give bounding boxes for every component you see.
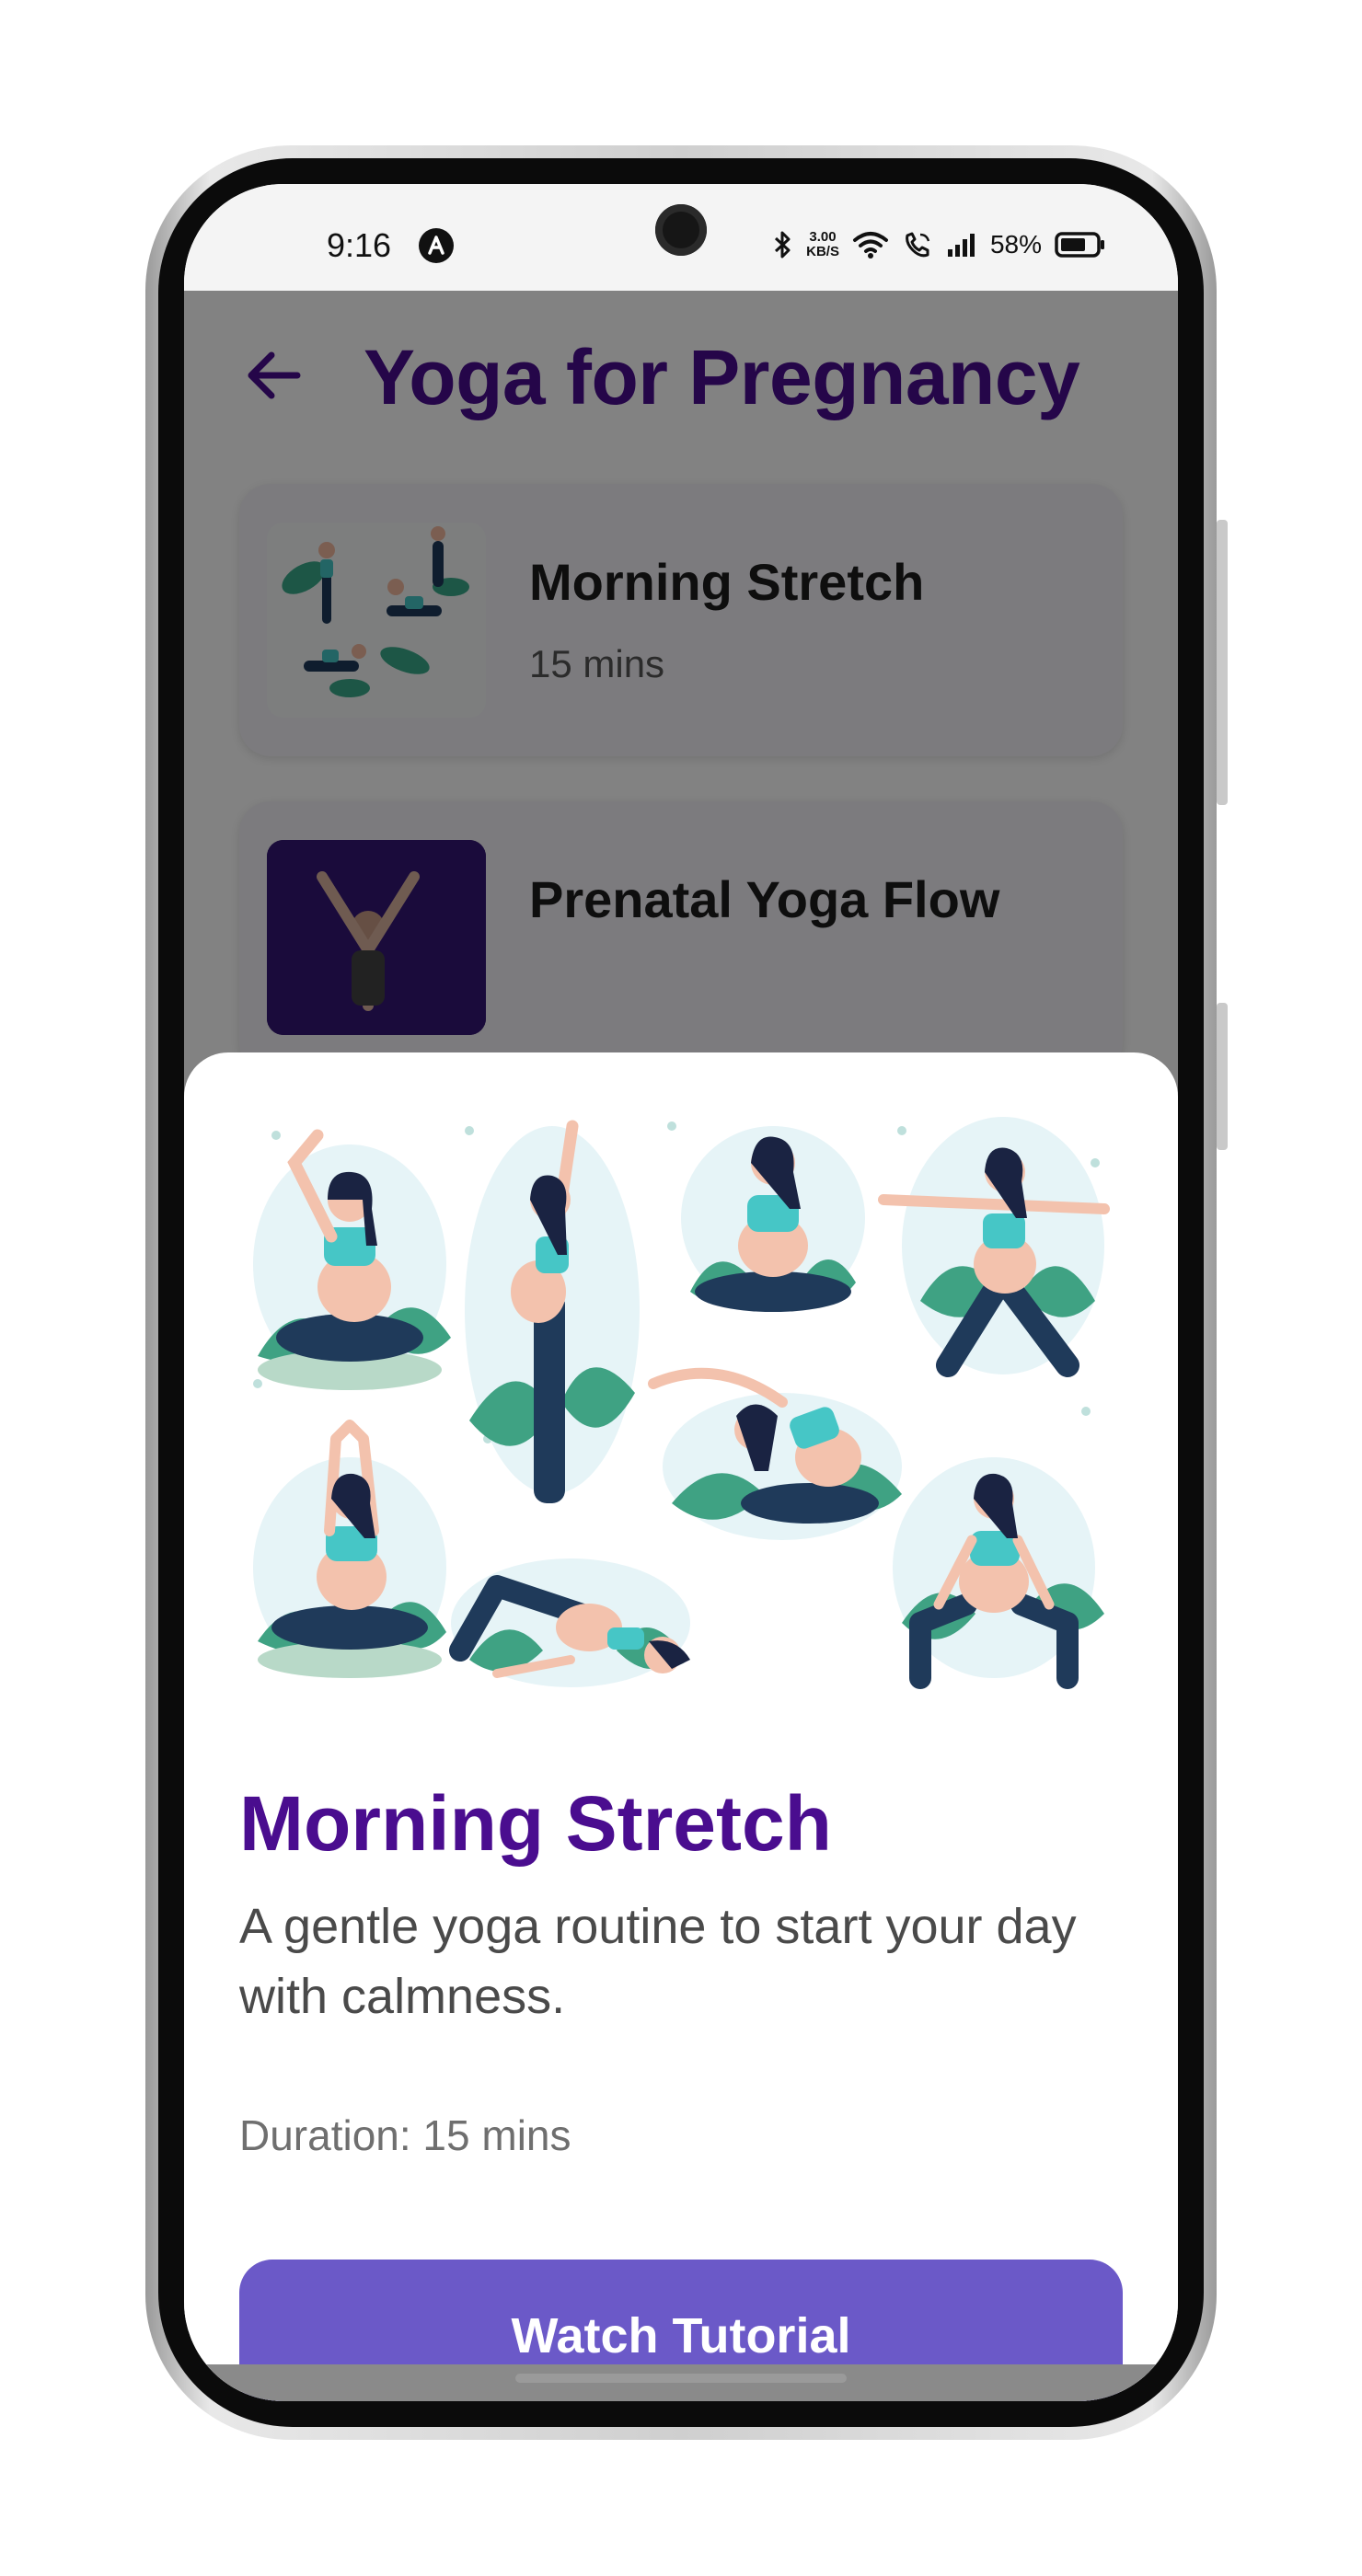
status-bar: 9:16 3.00 KB/S 58% [184, 184, 1178, 291]
wifi-icon [852, 230, 889, 259]
network-speed-value: 3.00 [809, 229, 837, 245]
sheet-title: Morning Stretch [239, 1780, 832, 1867]
status-time: 9:16 [327, 226, 392, 264]
pose-figure [253, 1129, 451, 1390]
battery-percent: 58% [989, 230, 1042, 259]
app-area: Yoga for Pregnancy Morning Stretch 15 mi… [184, 291, 1178, 2401]
prenatal-yoga-illustration [239, 1108, 1123, 1715]
signal-icon [946, 231, 977, 259]
status-icons: 3.00 KB/S 58% [773, 224, 1106, 265]
battery-icon [1055, 231, 1106, 259]
bluetooth-icon [773, 230, 793, 259]
network-speed-unit: KB/S [806, 244, 839, 259]
sheet-duration: Duration: 15 mins [239, 2111, 571, 2159]
sheet-description: A gentle yoga routine to start your day … [239, 1899, 1077, 2024]
phone-screen: 9:16 3.00 KB/S 58% Yoga for Pregnancy Mo… [184, 184, 1178, 2401]
power-button [1217, 1003, 1228, 1150]
front-camera [655, 204, 707, 256]
wifi-call-icon [902, 230, 933, 259]
app-notification-icon [419, 228, 454, 263]
home-gesture-handle[interactable] [515, 2374, 847, 2383]
navigation-bar [184, 2364, 1178, 2401]
volume-button [1217, 520, 1228, 805]
session-detail-sheet: Morning Stretch A gentle yoga routine to… [184, 1052, 1178, 2401]
network-speed: 3.00 KB/S [806, 230, 839, 259]
